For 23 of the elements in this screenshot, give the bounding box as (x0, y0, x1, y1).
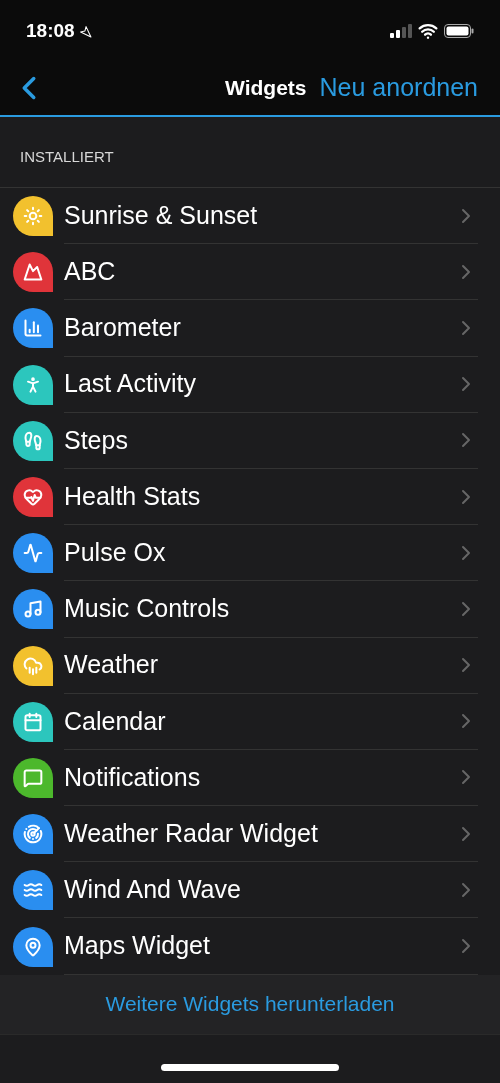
signal-icon (390, 24, 412, 38)
widget-name: Calendar (64, 705, 166, 737)
widget-name: Weather Radar Widget (64, 817, 318, 849)
widget-name: Notifications (64, 761, 201, 793)
download-widgets-link[interactable]: Weitere Widgets herunterladen (105, 988, 395, 1020)
nav-title: Widgets (225, 74, 307, 101)
widget-name: Sunrise & Sunset (64, 199, 258, 231)
status-time: 18:08 (26, 18, 75, 43)
battery-icon (444, 24, 474, 38)
widget-name: Barometer (64, 312, 181, 344)
location-icon (78, 24, 92, 38)
widget-name: ABC (64, 256, 116, 288)
widget-name: Wind And Wave (64, 874, 241, 906)
widget-name: Pulse Ox (64, 536, 166, 568)
widget-name: Last Activity (64, 368, 196, 400)
widget-name: Steps (64, 424, 128, 456)
widget-name: Maps Widget (64, 930, 210, 962)
rearrange-button[interactable]: Neu anordnen (319, 68, 478, 107)
widget-name: Health Stats (64, 480, 201, 512)
section-header: INSTALLIERT (20, 146, 114, 167)
widget-name: Weather (64, 649, 159, 681)
wifi-icon (418, 21, 438, 41)
widget-name: Music Controls (64, 593, 230, 625)
